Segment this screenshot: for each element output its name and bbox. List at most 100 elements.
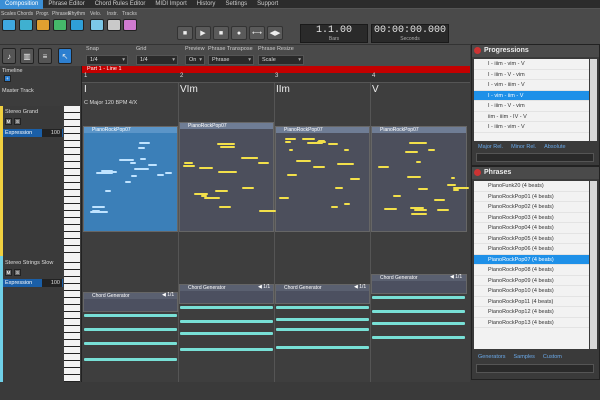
pointer-tool-icon[interactable]: ↖ [58,48,72,64]
phrases-icon[interactable] [53,19,67,31]
tab-chord-rules-editor[interactable]: Chord Rules Editor [90,0,151,9]
track-stereo-strings[interactable] [0,256,62,400]
phrase-transpose-select[interactable]: Phrase [208,55,254,65]
phrases-list[interactable]: PianoFunk20 (4 beats) PianoRockPop01 (4 … [474,181,589,349]
velocity-label: Velo. [90,11,102,17]
list-item[interactable]: PianoRockPop12 (4 beats) [474,307,589,318]
chord-label[interactable]: IIm [276,84,290,95]
list-item[interactable]: PianoRockPop13 (4 beats) [474,318,589,328]
stop-button[interactable]: ■ [177,26,193,40]
list-item[interactable]: PianoRockPop03 (4 beats) [474,213,589,223]
list-icon[interactable]: ≡ [38,48,52,64]
phrase-clip[interactable]: PianoRockPop07 [83,126,178,232]
part-marker[interactable]: Part 1 - Line 1 [82,66,470,73]
chords-icon[interactable] [19,19,33,31]
list-item-selected[interactable]: PianoRockPop07 (4 beats) [474,254,589,265]
list-item[interactable]: PianoRockPop05 (4 beats) [474,234,589,244]
note [327,142,338,145]
note [434,198,446,201]
tab-major-rel[interactable]: Major Rel. [478,144,503,150]
track1-solo-button[interactable]: S [14,118,21,125]
track1-mute-button[interactable]: M [5,118,12,125]
list-item[interactable]: PianoRockPop02 (4 beats) [474,202,589,213]
rhythm-label: Rhythm [68,11,86,17]
tab-custom[interactable]: Custom [543,354,562,360]
list-item[interactable]: PianoRockPop11 (4 beats) [474,297,589,307]
tab-generators[interactable]: Generators [478,354,506,360]
tab-settings[interactable]: Settings [220,0,252,9]
track1-expression-value[interactable]: 100 [42,129,62,137]
progressions-list[interactable]: I - iiim - vim - V I - iiim - V - vim I … [474,59,589,141]
phrase-resize-select[interactable]: Scale [258,55,304,65]
snap-select[interactable]: 1/4 [86,55,128,65]
list-item[interactable]: I - iiim - V - vim [474,70,589,80]
tab-minor-rel[interactable]: Minor Rel. [511,144,536,150]
note [258,161,269,164]
list-item[interactable]: PianoRockPop04 (4 beats) [474,223,589,234]
close-icon[interactable] [474,169,481,176]
status-bar [0,382,600,400]
note [130,174,138,177]
track2-solo-button[interactable]: S [14,269,21,276]
arrangement-view[interactable]: Part 1 - Line 1 1 2 3 4 I VIm IIm V C Ma… [82,66,470,400]
add-track-icon[interactable]: + [4,75,11,82]
note [296,159,312,162]
chord-note-line [276,306,369,309]
track2-expression-value[interactable]: 100 [42,279,62,287]
menu-bar: Composition Phrase Editor Chord Rules Edit… [0,0,600,9]
close-icon[interactable] [474,47,481,54]
progressions-icon[interactable] [36,19,50,31]
chord-note-line [372,296,465,299]
record-button[interactable]: ● [231,26,247,40]
phrases-search-input[interactable] [476,364,594,373]
loop-button[interactable]: ⟷ [249,26,265,40]
list-item[interactable]: I - iiim - vim - V [474,122,589,133]
chord-label[interactable]: V [372,84,379,95]
chord-note-line [84,342,177,345]
scales-icon[interactable] [2,19,16,31]
tab-phrase-editor[interactable]: Phrase Editor [43,0,89,9]
tracks-icon[interactable] [123,19,137,31]
list-item[interactable]: I - iiim - V - vim [474,101,589,112]
play-button[interactable]: ▶ [195,26,211,40]
rhythm-icon[interactable] [70,19,84,31]
progressions-search-input[interactable] [476,153,594,162]
list-item[interactable]: PianoRockPop10 (4 beats) [474,286,589,297]
track1-name: Stereo Grand [5,109,39,115]
list-item[interactable]: PianoRockPop06 (4 beats) [474,244,589,255]
progressions-scrollbar[interactable] [590,59,597,141]
pause-button[interactable]: ■ [213,26,229,40]
tab-absolute[interactable]: Absolute [544,144,565,150]
seconds-label: Seconds [400,36,420,42]
tab-composition[interactable]: Composition [0,0,44,9]
list-item[interactable]: I - iiim - vim - V [474,59,589,70]
tab-midi-import[interactable]: MIDI Import [150,0,191,9]
note [405,150,419,153]
tab-history[interactable]: History [192,0,221,9]
grid-select[interactable]: 1/4 [136,55,178,65]
note-icon[interactable]: ♪ [2,48,16,64]
list-item[interactable]: PianoFunk20 (4 beats) [474,181,589,192]
preview-select[interactable]: On [185,55,205,65]
metronome-button[interactable]: ◀▶ [267,26,283,40]
list-item-selected[interactable]: I - vim - iim - V [474,90,589,101]
piano-icon[interactable]: ▥ [20,48,34,64]
note [134,168,149,171]
chord-label[interactable]: I [84,84,87,95]
list-item[interactable]: I - vim - iiim - V [474,80,589,91]
list-item[interactable]: PianoRockPop01 (4 beats) [474,192,589,202]
list-item[interactable]: PianoRockPop08 (4 beats) [474,265,589,276]
list-item[interactable]: PianoRockPop09 (4 beats) [474,276,589,286]
track2-mute-button[interactable]: M [5,269,12,276]
list-item[interactable]: iim - iiim - IV - V [474,112,589,122]
bar-ruler[interactable]: 1 2 3 4 [82,73,470,83]
chord-label[interactable]: VIm [180,84,198,95]
phrase-clip[interactable]: PianoRockPop07 [179,122,274,232]
instruments-icon[interactable] [107,19,121,31]
tab-samples[interactable]: Samples [514,354,535,360]
timeline-label: Timeline [2,68,23,74]
phrases-scrollbar[interactable] [590,181,597,349]
velocity-icon[interactable] [90,19,104,31]
tab-support[interactable]: Support [252,0,283,9]
key-tempo-info: C Major 120 BPM 4/X [84,100,138,106]
